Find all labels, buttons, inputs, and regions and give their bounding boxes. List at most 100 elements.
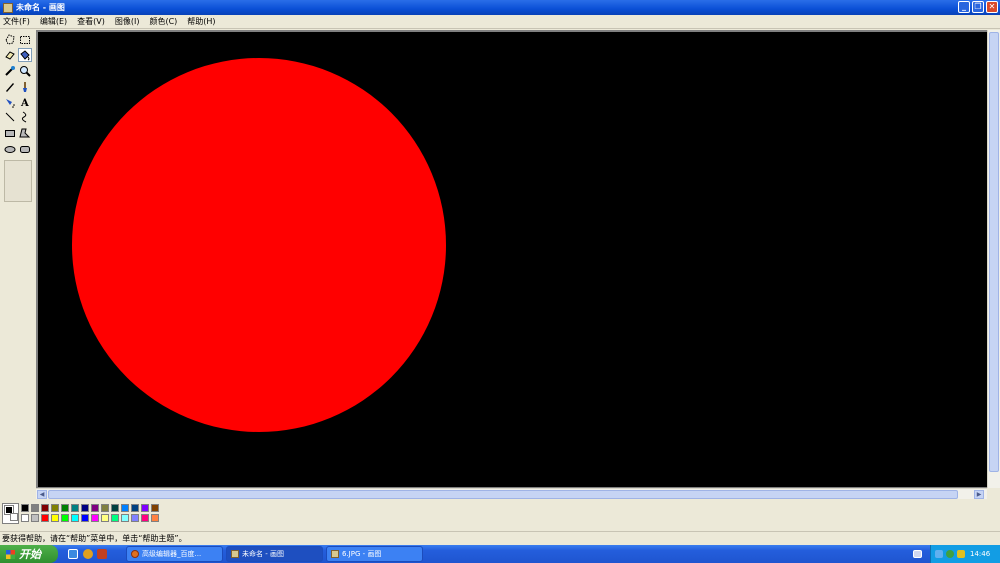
palette-swatch[interactable] [81, 504, 89, 512]
clock: 14:46 [970, 550, 991, 558]
taskbar-item-paint-untitled[interactable]: 未命名 - 画图 [226, 546, 323, 562]
task-label: 6.JPG - 画图 [342, 550, 382, 558]
menu-file[interactable]: 文件(F) [3, 16, 30, 27]
fill-tool[interactable] [18, 48, 32, 62]
minimize-button[interactable]: _ [958, 1, 970, 13]
menu-image[interactable]: 图像(I) [115, 16, 140, 27]
palette-swatch[interactable] [111, 504, 119, 512]
palette-swatch[interactable] [131, 514, 139, 522]
close-button[interactable]: ✕ [986, 1, 998, 13]
eraser-icon [5, 51, 15, 60]
palette-swatch[interactable] [61, 514, 69, 522]
eraser-tool[interactable] [3, 48, 17, 62]
taskbar: 开始 高级编辑器_百度... 未命名 - 画图 6.JPG - 画图 14:46 [0, 545, 1000, 563]
taskbar-item-browser[interactable]: 高级编辑器_百度... [126, 546, 223, 562]
quicklaunch-app-icon[interactable] [97, 549, 107, 559]
paint-app-icon[interactable] [3, 2, 13, 13]
screen: 未命名 - 画图 _ ❐ ✕ 文件(F) 编辑(E) 查看(V) 图像(I) 颜… [0, 0, 1000, 563]
palette-swatch[interactable] [41, 504, 49, 512]
free-select-icon [5, 34, 15, 45]
title-bar: 未命名 - 画图 _ ❐ ✕ [0, 0, 1000, 15]
vertical-scrollbar[interactable] [987, 30, 1000, 488]
volume-icon[interactable] [957, 550, 965, 558]
system-tray: 14:46 [930, 545, 1000, 563]
polygon-tool[interactable] [18, 126, 32, 140]
palette-swatch[interactable] [121, 504, 129, 512]
quicklaunch-ie-icon[interactable] [68, 549, 78, 559]
keyboard-icon[interactable] [913, 550, 922, 558]
menu-colors[interactable]: 颜色(C) [149, 16, 177, 27]
current-colors-box [2, 503, 19, 524]
network-icon[interactable] [935, 550, 943, 558]
quicklaunch-browser-icon[interactable] [83, 549, 93, 559]
airbrush-tool[interactable] [3, 95, 17, 109]
vertical-scroll-thumb[interactable] [989, 32, 999, 472]
tool-options-box[interactable] [4, 160, 32, 202]
pencil-icon [6, 83, 14, 92]
palette-swatch[interactable] [71, 504, 79, 512]
curve-icon [21, 111, 27, 123]
brush-tool[interactable] [18, 80, 32, 94]
palette-swatch[interactable] [111, 514, 119, 522]
palette-swatch[interactable] [71, 514, 79, 522]
palette-swatch[interactable] [131, 504, 139, 512]
fill-icon [20, 50, 30, 61]
palette-swatch[interactable] [121, 514, 129, 522]
task-label: 未命名 - 画图 [242, 550, 284, 558]
palette-swatch[interactable] [141, 504, 149, 512]
palette-swatch[interactable] [31, 504, 39, 512]
palette-swatch[interactable] [31, 514, 39, 522]
horizontal-scrollbar[interactable]: ◀ ▶ [36, 488, 987, 499]
magnifier-tool[interactable] [18, 64, 32, 78]
paint-icon [231, 550, 239, 558]
palette-swatch[interactable] [21, 504, 29, 512]
rect-select-tool[interactable] [18, 33, 32, 47]
rectangle-tool[interactable] [3, 126, 17, 140]
horizontal-scroll-thumb[interactable] [48, 490, 958, 499]
palette-swatch[interactable] [151, 504, 159, 512]
palette-swatch[interactable] [101, 514, 109, 522]
palette-swatch[interactable] [101, 504, 109, 512]
red-circle-shape [72, 58, 446, 432]
menu-bar: 文件(F) 编辑(E) 查看(V) 图像(I) 颜色(C) 帮助(H) [0, 15, 1000, 29]
security-icon[interactable] [946, 550, 954, 558]
palette-swatch[interactable] [51, 504, 59, 512]
palette-swatch[interactable] [61, 504, 69, 512]
palette-swatch[interactable] [141, 514, 149, 522]
line-icon [5, 112, 15, 122]
palette-swatch[interactable] [51, 514, 59, 522]
canvas-workspace [36, 30, 987, 488]
free-select-tool[interactable] [3, 33, 17, 47]
ellipse-tool[interactable] [3, 142, 17, 156]
palette-swatch[interactable] [41, 514, 49, 522]
start-button[interactable]: 开始 [0, 545, 58, 563]
drawing-canvas[interactable] [38, 32, 987, 487]
palette-swatch[interactable] [91, 514, 99, 522]
status-text: 要获得帮助，请在“帮助”菜单中，单击“帮助主题”。 [2, 534, 187, 543]
task-label: 高级编辑器_百度... [142, 550, 202, 558]
scroll-corner [987, 488, 1000, 499]
palette-swatch[interactable] [91, 504, 99, 512]
scroll-right-arrow[interactable]: ▶ [974, 490, 984, 499]
palette-swatch[interactable] [81, 514, 89, 522]
color-picker-icon [5, 66, 15, 76]
rounded-rect-tool[interactable] [18, 142, 32, 156]
restore-button[interactable]: ❐ [972, 1, 984, 13]
palette-swatch[interactable] [21, 514, 29, 522]
menu-view[interactable]: 查看(V) [77, 16, 105, 27]
palette-swatch[interactable] [151, 514, 159, 522]
firefox-icon [131, 550, 139, 558]
menu-help[interactable]: 帮助(H) [187, 16, 215, 27]
svg-text:A: A [20, 98, 29, 108]
text-tool[interactable]: A [18, 95, 32, 109]
line-tool[interactable] [3, 110, 17, 124]
taskbar-item-paint-jpg[interactable]: 6.JPG - 画图 [326, 546, 423, 562]
airbrush-icon [6, 99, 15, 108]
pencil-tool[interactable] [3, 80, 17, 94]
curve-tool[interactable] [18, 110, 32, 124]
windows-flag-icon [6, 549, 15, 559]
scroll-left-arrow[interactable]: ◀ [37, 490, 47, 499]
rounded-rect-icon [20, 146, 30, 153]
menu-edit[interactable]: 编辑(E) [40, 16, 67, 27]
color-picker-tool[interactable] [3, 64, 17, 78]
